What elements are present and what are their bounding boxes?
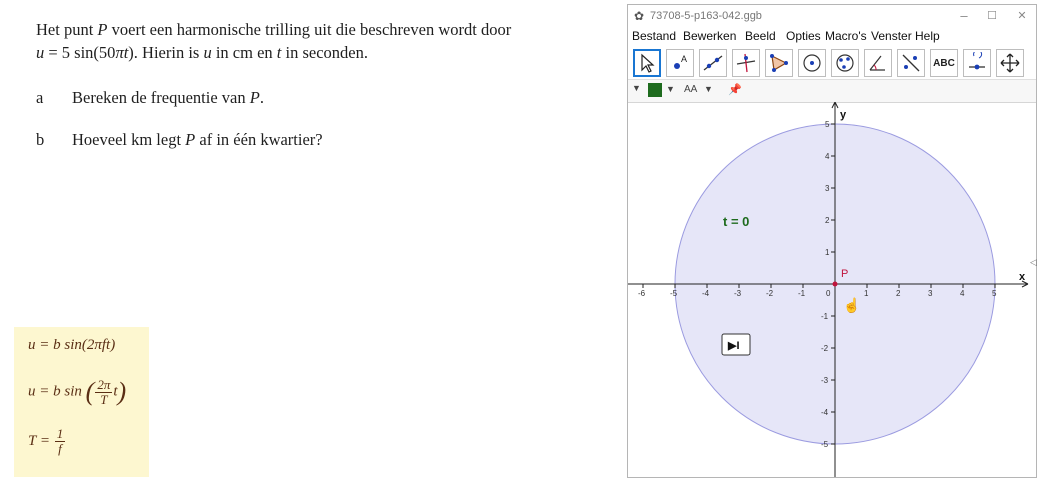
fraction-1-over-f: 1f [54, 426, 66, 456]
x-tick-label: 3 [928, 289, 933, 298]
intro-line-2: u = 5 sin(50πt). Hierin is u in cm en t … [36, 43, 368, 62]
text-tool-button[interactable]: ABC [930, 49, 958, 77]
exercise-intro: Het punt P voert een harmonische trillin… [36, 18, 616, 64]
x-tick-label: -1 [798, 289, 806, 298]
point-p-label: P [841, 268, 848, 280]
menu-bestand[interactable]: Bestand [632, 29, 676, 43]
graphics-view[interactable]: x y -6 -5 -4 -3 -2 -1 0 1 2 3 4 5 5 4 3 2 1 -1 -2 -3 -4 -5 Pt = … [628, 101, 1036, 477]
graph-canvas[interactable]: x y -6 -5 -4 -3 -2 -1 0 1 2 3 4 5 5 4 3 2 1 -1 -2 -3 -4 -5 Pt = … [628, 101, 1036, 477]
y-tick-label: -1 [821, 312, 829, 321]
color-dropdown-icon[interactable]: ▼ [666, 84, 675, 94]
slider-tool-button[interactable] [963, 49, 991, 77]
x-tick-label: 1 [864, 289, 869, 298]
maximize-button[interactable]: ☐ [978, 7, 1006, 25]
x-tick-label: 5 [992, 289, 997, 298]
reflect-line-icon [902, 54, 920, 72]
y-tick-label: 1 [825, 248, 830, 257]
formula-t-equals-1-over-f: T = 1f [28, 426, 66, 456]
formula-frequency: u = b sin(2πft) [28, 337, 116, 353]
toolbar: A ABC [628, 45, 1036, 79]
perpendicular-tool-button[interactable] [732, 49, 760, 77]
move-graphics-tool-button[interactable] [996, 49, 1024, 77]
point-p[interactable] [832, 281, 838, 287]
pin-icon[interactable]: 📌 [728, 83, 742, 96]
minimize-button[interactable]: – [950, 7, 978, 25]
menu-macros[interactable]: Macro's [825, 29, 867, 43]
style-bar: ▼ ▼ AA ▼ 📌 [628, 79, 1036, 103]
move-arrows-icon [1000, 53, 1020, 73]
menu-opties[interactable]: Opties [786, 29, 821, 43]
exercise-text: Het punt P voert een harmonische trillin… [36, 18, 616, 149]
fraction-2pi-over-t: 2π T [95, 376, 113, 407]
time-label: t = 0 [723, 214, 749, 229]
angle-icon [869, 55, 885, 71]
line-tool-button[interactable] [699, 49, 727, 77]
font-size-dropdown-icon[interactable]: ▼ [704, 84, 713, 94]
x-axis-label: x [1019, 271, 1026, 283]
play-icon: ▶I [727, 340, 740, 352]
color-swatch[interactable] [648, 83, 662, 97]
x-tick-label: -6 [638, 289, 646, 298]
hand-cursor-icon: ☝ [843, 296, 860, 314]
title-bar: ✿ 73708-5-p163-042.ggb – ☐ ✕ [628, 5, 1036, 27]
reflect-tool-button[interactable] [897, 49, 925, 77]
stylebar-toggle-icon[interactable]: ▼ [632, 83, 641, 93]
formula-box: u = b sin(2πft) u = b sin (2π Tt) T = 1f [14, 327, 149, 477]
menu-venster[interactable]: Venster [871, 29, 912, 43]
question-b-text: Hoeveel km legt P af in één kwartier? [72, 130, 323, 149]
x-tick-label: 2 [896, 289, 901, 298]
circle-three-points-icon [836, 54, 854, 72]
y-tick-label: -2 [821, 344, 829, 353]
x-tick-label: -5 [670, 289, 678, 298]
menu-beeld[interactable]: Beeld [745, 29, 776, 43]
move-tool-button[interactable] [633, 49, 661, 77]
circle-center-tool-button[interactable] [798, 49, 826, 77]
slider-icon [969, 52, 985, 70]
x-tick-label: 0 [826, 289, 831, 298]
polygon-tool-button[interactable] [765, 49, 793, 77]
polygon-icon [770, 54, 788, 72]
question-a-text: Bereken de frequentie van P. [72, 88, 264, 107]
cursor-arrow-icon [641, 53, 655, 73]
circle-center-icon [803, 54, 821, 72]
perpendicular-line-icon [736, 53, 756, 73]
formula-period: u = b sin (2π Tt) [28, 376, 127, 407]
svg-text:A: A [681, 54, 687, 64]
geogebra-app-icon: ✿ [634, 9, 645, 23]
y-tick-label: 4 [825, 152, 830, 161]
x-tick-label: -4 [702, 289, 710, 298]
question-b: b Hoeveel km legt P af in één kwartier? [36, 130, 323, 149]
x-tick-label: 4 [960, 289, 965, 298]
circle-three-points-tool-button[interactable] [831, 49, 859, 77]
menu-help[interactable]: Help [915, 29, 940, 43]
menu-bar: Bestand Bewerken Beeld Opties Macro's Ve… [628, 27, 1036, 45]
x-tick-label: -2 [766, 289, 774, 298]
line-icon [703, 55, 723, 71]
menu-bewerken[interactable]: Bewerken [683, 29, 736, 43]
y-axis-label: y [840, 109, 847, 121]
y-tick-label: 2 [825, 216, 830, 225]
y-tick-label: 5 [825, 120, 830, 129]
angle-tool-button[interactable] [864, 49, 892, 77]
y-tick-label: 3 [825, 184, 830, 193]
question-a: a Bereken de frequentie van P. [36, 88, 264, 107]
close-button[interactable]: ✕ [1008, 7, 1036, 25]
y-tick-label: -5 [821, 440, 829, 449]
y-tick-label: -3 [821, 376, 829, 385]
window-title: 73708-5-p163-042.ggb [650, 10, 762, 22]
collapse-panel-icon[interactable]: ◁ [1030, 257, 1037, 268]
point-icon: A [674, 54, 687, 69]
point-tool-button[interactable]: A [666, 49, 694, 77]
y-tick-label: -4 [821, 408, 829, 417]
geogebra-window: ✿ 73708-5-p163-042.ggb – ☐ ✕ Bestand Bew… [627, 4, 1037, 478]
intro-line-1: Het punt P voert een harmonische trillin… [36, 20, 512, 39]
text-tool-label: ABC [933, 57, 955, 69]
x-tick-label: -3 [734, 289, 742, 298]
font-size-label[interactable]: AA [684, 84, 697, 95]
